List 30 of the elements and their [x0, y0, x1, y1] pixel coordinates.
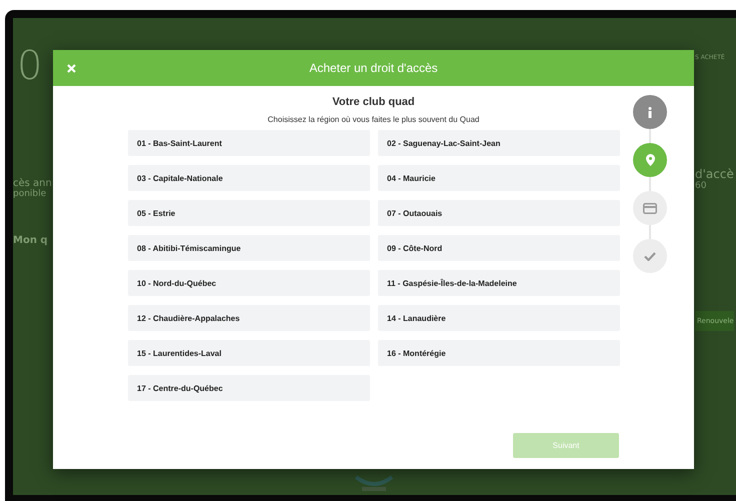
region-option[interactable]: 03 - Capitale-Nationale [128, 165, 370, 191]
region-option[interactable]: 12 - Chaudière-Appalaches [128, 305, 370, 331]
region-option[interactable]: 10 - Nord-du-Québec [128, 270, 370, 296]
region-option[interactable]: 11 - Gaspésie-Îles-de-la-Madeleine [378, 270, 620, 296]
close-icon [66, 64, 76, 72]
region-option[interactable]: 16 - Montérégie [378, 340, 620, 366]
region-option[interactable]: 01 - Bas-Saint-Laurent [128, 130, 370, 156]
region-option[interactable]: 07 - Outaouais [378, 200, 620, 226]
section-heading: Mon q [13, 235, 49, 246]
card-heading: d'accè [695, 167, 734, 181]
region-option[interactable]: 05 - Estrie [128, 200, 370, 226]
region-option[interactable]: 09 - Côte-Nord [378, 235, 620, 261]
checkmark-icon [644, 252, 656, 260]
map-pin-icon [646, 154, 654, 166]
card-text: 60 [695, 181, 706, 191]
region-option[interactable]: 08 - Abitibi-Témiscamingue [128, 235, 370, 261]
region-option[interactable]: 17 - Centre-du-Québec [128, 375, 370, 401]
card-text: ponible [13, 189, 48, 199]
section-heading: Votre club quad [331, 96, 416, 108]
region-option[interactable]: 04 - Mauricie [378, 165, 620, 191]
card-heading: cès ann [13, 178, 53, 189]
region-option[interactable]: 14 - Lanaudière [378, 305, 620, 331]
region-option[interactable]: 15 - Laurentides-Laval [128, 340, 370, 366]
count-number: 0 [17, 46, 44, 86]
instruction-text: Choisissez la région où vous faites le plus souvent du Quad [266, 115, 480, 124]
credit-card-icon [643, 202, 657, 214]
region-option[interactable]: 02 - Saguenay-Lac-Saint-Jean [378, 130, 620, 156]
modal-title: Acheter un droit d'accès [308, 61, 439, 75]
close-button[interactable] [65, 62, 77, 74]
info-icon [647, 106, 653, 118]
